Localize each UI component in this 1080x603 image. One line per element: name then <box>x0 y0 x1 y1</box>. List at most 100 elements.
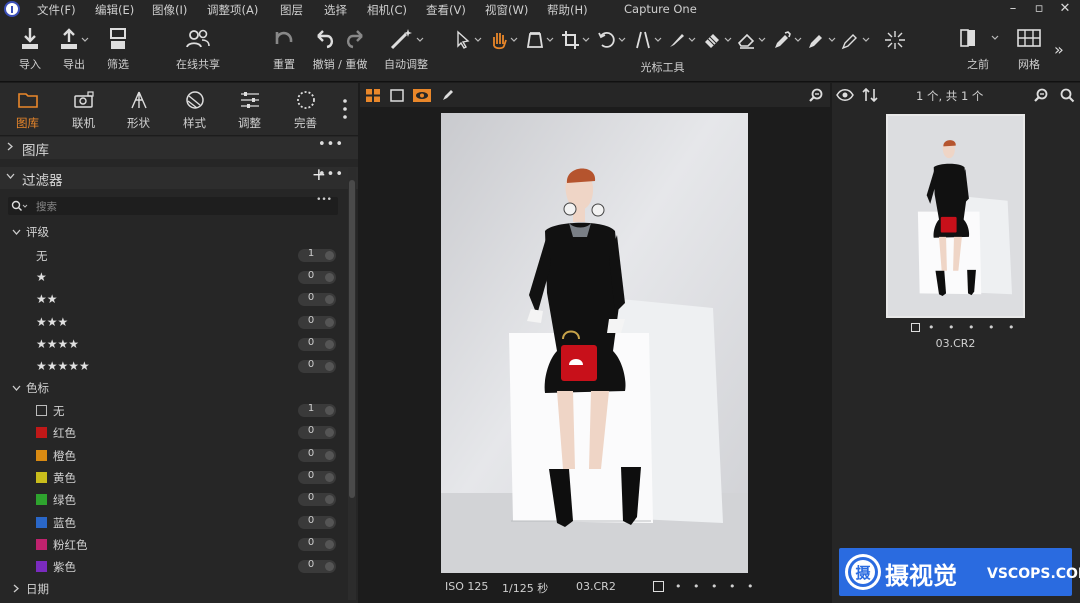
count-toggle-icon[interactable] <box>325 517 334 527</box>
count-toggle-icon[interactable] <box>325 273 334 283</box>
search-icon[interactable] <box>1060 88 1075 103</box>
library-options-icon[interactable]: ••• <box>318 137 344 152</box>
count-toggle-icon[interactable] <box>325 251 334 260</box>
undo-redo-button[interactable]: 撤销 / 重做 <box>310 26 370 76</box>
count-value: 0 <box>307 536 315 548</box>
tab-lens[interactable]: 形状 <box>111 83 166 135</box>
rating-filter-row[interactable]: ★★★ 0 <box>0 311 340 333</box>
export-button[interactable]: 导出 <box>56 26 92 76</box>
rating-stars-label: ★★★★ <box>36 336 80 351</box>
color-tag-group-header[interactable]: 色标 <box>0 380 200 396</box>
browser-zoom-icon[interactable] <box>1034 88 1049 103</box>
count-toggle-icon[interactable] <box>325 339 334 349</box>
color-tag-filter-row[interactable]: 粉红色 0 <box>0 533 340 555</box>
viewer-edit-pen-icon[interactable] <box>441 88 455 102</box>
close-button[interactable]: ✕ <box>1056 1 1074 17</box>
crop-keystone-icon[interactable] <box>524 30 556 50</box>
menu-layers[interactable]: 图层 <box>280 2 303 18</box>
toolbar: 导入 导出 筛选 在线共享 重置 撤销 / 重做 自动调整 光标工具 之前 网格… <box>0 20 1080 82</box>
count-toggle-icon[interactable] <box>325 362 334 371</box>
spot-pen-icon[interactable] <box>840 30 872 50</box>
color-tag-filter-row[interactable]: 绿色 0 <box>0 488 340 510</box>
viewer-rating-dots[interactable]: • • • • • <box>675 580 757 593</box>
hand-pan-icon[interactable] <box>488 30 520 50</box>
color-tag-filter-row[interactable]: 蓝色 0 <box>0 511 340 533</box>
menu-image[interactable]: 图像(I) <box>152 2 187 18</box>
eye-icon[interactable] <box>836 89 854 101</box>
color-tag-filter-row[interactable]: 无1 <box>0 399 340 421</box>
tab-refine[interactable]: 完善 <box>278 83 333 135</box>
filters-section-header[interactable]: 过滤器 + ••• <box>0 165 358 189</box>
count-toggle-icon[interactable] <box>325 317 334 327</box>
color-tag-filter-row[interactable]: 黄色 0 <box>0 466 340 488</box>
menu-select[interactable]: 选择 <box>324 2 347 18</box>
thumb-rating-dots[interactable]: • • • • • <box>928 321 1019 334</box>
menu-view[interactable]: 查看(V) <box>426 2 466 18</box>
crop-icon[interactable] <box>560 30 592 50</box>
menu-edit[interactable]: 编辑(E) <box>95 2 134 18</box>
sort-icon[interactable] <box>862 88 878 102</box>
thumbnail[interactable] <box>886 114 1025 318</box>
search-options-icon[interactable]: ••• <box>316 195 332 205</box>
menu-camera[interactable]: 相机(C) <box>367 2 407 18</box>
count-toggle-icon[interactable] <box>325 428 334 438</box>
toolbar-overflow-icon[interactable]: » <box>1054 40 1064 59</box>
date-group-header[interactable]: 日期 <box>0 580 200 596</box>
select-arrow-icon[interactable] <box>452 30 484 50</box>
single-view-icon[interactable] <box>390 89 404 102</box>
rotate-icon[interactable] <box>596 30 628 50</box>
grid-button[interactable]: 网格 <box>1012 26 1046 76</box>
tab-style[interactable]: 样式 <box>167 83 222 135</box>
brush-icon[interactable] <box>666 30 698 50</box>
count-toggle-icon[interactable] <box>325 472 334 482</box>
maximize-button[interactable]: ▫ <box>1030 1 1048 17</box>
thumb-color-tag-box[interactable] <box>911 323 920 332</box>
import-button[interactable]: 导入 <box>14 26 46 76</box>
count-toggle-icon[interactable] <box>325 450 334 460</box>
color-tag-filter-row[interactable]: 紫色 0 <box>0 555 340 577</box>
zoom-icon[interactable] <box>809 88 824 103</box>
proof-eye-icon[interactable] <box>413 89 431 102</box>
rating-filter-row[interactable]: ★ 0 <box>0 266 340 288</box>
eraser-icon[interactable] <box>736 30 768 50</box>
filters-options-icon[interactable]: ••• <box>318 167 344 182</box>
more-vertical-icon[interactable] <box>340 97 350 121</box>
viewer-color-tag-box[interactable] <box>653 581 664 592</box>
color-picker-icon[interactable] <box>772 30 804 50</box>
count-toggle-icon[interactable] <box>325 406 334 415</box>
count-toggle-icon[interactable] <box>325 495 334 505</box>
menu-file[interactable]: 文件(F) <box>37 2 76 18</box>
left-panel-scroll-thumb[interactable] <box>349 180 355 498</box>
annotate-pen-icon[interactable] <box>806 30 838 50</box>
share-online-button[interactable]: 在线共享 <box>170 26 226 76</box>
color-swatch <box>36 405 47 416</box>
tab-adjust[interactable]: 调整 <box>222 83 277 135</box>
menu-window[interactable]: 视窗(W) <box>485 2 528 18</box>
rating-group-header[interactable]: 评级 <box>0 224 200 240</box>
rating-filter-row[interactable]: ★★★★ 0 <box>0 333 340 355</box>
rating-filter-row[interactable]: ★★★★★ 0 <box>0 355 340 377</box>
auto-adjust-button[interactable]: 自动调整 <box>380 26 432 76</box>
filter-search-input[interactable]: 搜索 ••• <box>8 195 338 215</box>
multi-view-icon[interactable] <box>366 89 380 102</box>
count-toggle-icon[interactable] <box>325 539 334 549</box>
tab-capture[interactable]: 联机 <box>56 83 111 135</box>
rating-filter-row[interactable]: ★★ 0 <box>0 288 340 310</box>
menu-adjustments[interactable]: 调整项(A) <box>207 2 258 18</box>
rating-filter-row[interactable]: 无1 <box>0 244 340 266</box>
menu-help[interactable]: 帮助(H) <box>547 2 588 18</box>
perspective-icon[interactable] <box>632 30 664 50</box>
starburst-icon[interactable] <box>884 30 906 50</box>
filter-button[interactable]: 筛选 <box>102 26 134 76</box>
before-button[interactable]: 之前 <box>954 26 1002 76</box>
tab-library[interactable]: 图库 <box>0 83 55 135</box>
count-toggle-icon[interactable] <box>325 562 334 572</box>
color-tag-filter-row[interactable]: 橙色 0 <box>0 444 340 466</box>
count-toggle-icon[interactable] <box>325 295 334 305</box>
library-section-header[interactable]: 图库 ••• <box>0 137 358 159</box>
minimize-button[interactable]: – <box>1004 1 1022 17</box>
reset-button[interactable]: 重置 <box>268 26 300 76</box>
color-tag-filter-row[interactable]: 红色 0 <box>0 421 340 443</box>
gradient-mask-icon[interactable] <box>702 30 734 50</box>
count-pill: 1 <box>298 248 336 262</box>
